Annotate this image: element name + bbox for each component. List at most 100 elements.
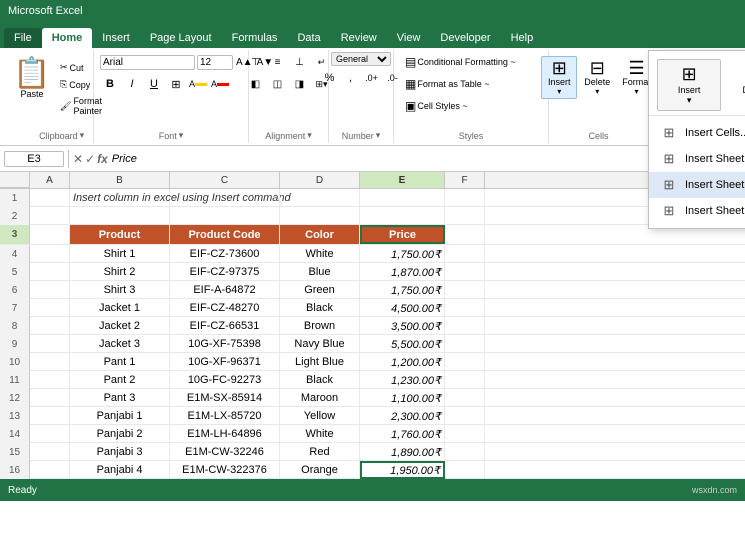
cell-14e[interactable]: 1,760.00₹ [360, 425, 445, 443]
cell-styles-button[interactable]: ▣ Cell Styles ~ [400, 96, 542, 116]
cell-13b[interactable]: Panjabi 1 [70, 407, 170, 425]
cell-11c[interactable]: 10G-FC-92273 [170, 371, 280, 389]
align-middle-button[interactable]: ≡ [268, 52, 288, 72]
number-format-select[interactable]: General [331, 52, 391, 66]
cell-1a[interactable] [30, 189, 70, 207]
menu-item-insert-sheet[interactable]: ⊞ Insert Sheet [649, 198, 745, 224]
cell-9c[interactable]: 10G-XF-75398 [170, 335, 280, 353]
name-box[interactable] [4, 151, 64, 167]
cell-8f[interactable] [445, 317, 485, 335]
cell-9b[interactable]: Jacket 3 [70, 335, 170, 353]
fx-icon[interactable]: fx [97, 152, 108, 166]
cell-13c[interactable]: E1M-LX-85720 [170, 407, 280, 425]
menu-item-insert-rows[interactable]: ⊞ Insert Sheet Rows [649, 146, 745, 172]
align-bottom-button[interactable]: ⊥ [290, 52, 310, 72]
cell-15e[interactable]: 1,890.00₹ [360, 443, 445, 461]
cell-15b[interactable]: Panjabi 3 [70, 443, 170, 461]
cell-4f[interactable] [445, 245, 485, 263]
tab-view[interactable]: View [387, 28, 431, 48]
tab-file[interactable]: File [4, 28, 42, 48]
cell-9a[interactable] [30, 335, 70, 353]
cell-10f[interactable] [445, 353, 485, 371]
increase-decimal-button[interactable]: .0+ [362, 68, 382, 88]
cell-5f[interactable] [445, 263, 485, 281]
percent-button[interactable]: % [320, 68, 340, 88]
cell-4b[interactable]: Shirt 1 [70, 245, 170, 263]
col-header-a[interactable]: A [30, 172, 70, 188]
cell-5a[interactable] [30, 263, 70, 281]
tab-home[interactable]: Home [42, 28, 93, 48]
dropdown-delete-button[interactable]: ⊟ Delete ▾ [723, 59, 745, 111]
cell-4c[interactable]: EIF-CZ-73600 [170, 245, 280, 263]
cell-14f[interactable] [445, 425, 485, 443]
cell-12a[interactable] [30, 389, 70, 407]
cell-3a[interactable] [30, 225, 70, 244]
cell-1b[interactable]: Insert column in excel using Insert comm… [70, 189, 170, 207]
menu-item-insert-columns[interactable]: ⊞ Insert Sheet Columns ↗ [649, 172, 745, 198]
bold-button[interactable]: B [100, 74, 120, 94]
cell-11a[interactable] [30, 371, 70, 389]
cell-16b[interactable]: Panjabi 4 [70, 461, 170, 479]
cell-7c[interactable]: EIF-CZ-48270 [170, 299, 280, 317]
conditional-formatting-button[interactable]: ▤ Conditional Formatting ~ [400, 52, 542, 72]
cell-12b[interactable]: Pant 3 [70, 389, 170, 407]
cell-2c[interactable] [170, 207, 280, 225]
cell-8c[interactable]: EIF-CZ-66531 [170, 317, 280, 335]
cell-8a[interactable] [30, 317, 70, 335]
cell-12d[interactable]: Maroon [280, 389, 360, 407]
tab-review[interactable]: Review [331, 28, 387, 48]
cell-3b[interactable]: Product [70, 225, 170, 244]
cell-6f[interactable] [445, 281, 485, 299]
cell-6c[interactable]: EIF-A-64872 [170, 281, 280, 299]
cell-15c[interactable]: E1M-CW-32246 [170, 443, 280, 461]
insert-button[interactable]: ⊞ Insert ▾ [541, 56, 577, 99]
cell-15a[interactable] [30, 443, 70, 461]
col-header-b[interactable]: B [70, 172, 170, 188]
cell-3f[interactable] [445, 225, 485, 244]
tab-data[interactable]: Data [287, 28, 330, 48]
col-header-f[interactable]: F [445, 172, 485, 188]
cell-15d[interactable]: Red [280, 443, 360, 461]
cell-16a[interactable] [30, 461, 70, 479]
delete-dropdown-arrow[interactable]: ▾ [595, 87, 599, 96]
cell-1c[interactable] [170, 189, 280, 207]
cell-13d[interactable]: Yellow [280, 407, 360, 425]
border-button[interactable]: ⊞ [166, 74, 186, 94]
cell-13e[interactable]: 2,300.00₹ [360, 407, 445, 425]
cell-7f[interactable] [445, 299, 485, 317]
cell-7a[interactable] [30, 299, 70, 317]
cell-11f[interactable] [445, 371, 485, 389]
cell-15f[interactable] [445, 443, 485, 461]
cell-6d[interactable]: Green [280, 281, 360, 299]
cell-7d[interactable]: Black [280, 299, 360, 317]
cell-13f[interactable] [445, 407, 485, 425]
cell-2a[interactable] [30, 207, 70, 225]
align-center-button[interactable]: ◫ [268, 74, 288, 94]
cell-2d[interactable] [280, 207, 360, 225]
cell-9e[interactable]: 5,500.00₹ [360, 335, 445, 353]
col-header-e[interactable]: E [360, 172, 445, 188]
cell-12e[interactable]: 1,100.00₹ [360, 389, 445, 407]
align-right-button[interactable]: ◨ [290, 74, 310, 94]
cell-6e[interactable]: 1,750.00₹ [360, 281, 445, 299]
cell-7e[interactable]: 4,500.00₹ [360, 299, 445, 317]
confirm-icon[interactable]: ✓ [85, 152, 95, 166]
cell-7b[interactable]: Jacket 1 [70, 299, 170, 317]
font-name-select[interactable] [100, 55, 195, 70]
cell-6a[interactable] [30, 281, 70, 299]
cell-6b[interactable]: Shirt 3 [70, 281, 170, 299]
paste-button[interactable]: 📋 Paste [10, 56, 54, 102]
cell-3d[interactable]: Color [280, 225, 360, 244]
cell-8b[interactable]: Jacket 2 [70, 317, 170, 335]
cell-14d[interactable]: White [280, 425, 360, 443]
formula-input[interactable] [108, 153, 741, 165]
cell-14b[interactable]: Panjabi 2 [70, 425, 170, 443]
fill-color-button[interactable]: A [188, 74, 208, 94]
cell-5d[interactable]: Blue [280, 263, 360, 281]
cell-13a[interactable] [30, 407, 70, 425]
tab-page-layout[interactable]: Page Layout [140, 28, 222, 48]
cell-10e[interactable]: 1,200.00₹ [360, 353, 445, 371]
tab-insert[interactable]: Insert [92, 28, 140, 48]
cell-12f[interactable] [445, 389, 485, 407]
align-left-button[interactable]: ◧ [246, 74, 266, 94]
